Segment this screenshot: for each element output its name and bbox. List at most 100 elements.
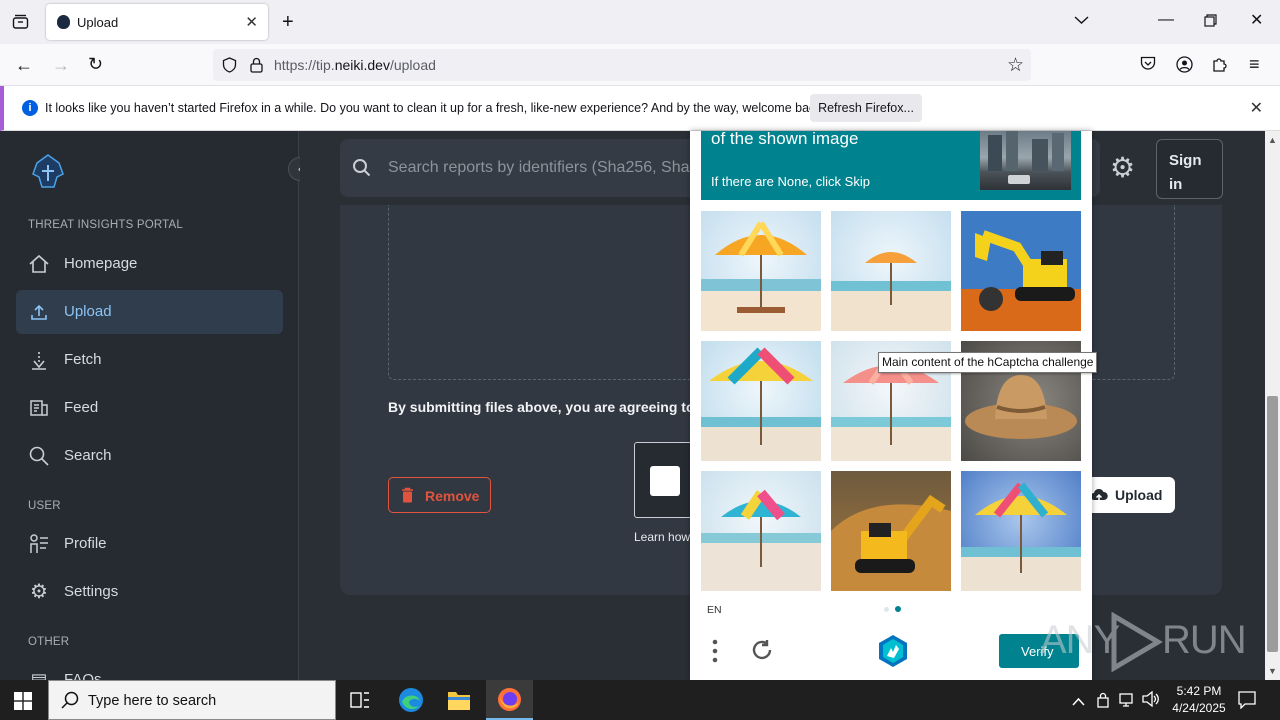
page-indicator-dot-1 bbox=[884, 607, 889, 612]
list-all-tabs-icon[interactable] bbox=[1074, 13, 1089, 29]
report-search-input[interactable]: Search reports by identifiers (Sha256, S… bbox=[388, 159, 698, 177]
task-view-icon[interactable] bbox=[350, 691, 370, 714]
captcha-checkbox-widget[interactable] bbox=[634, 442, 694, 518]
upload-label: Upload bbox=[1115, 487, 1163, 503]
captcha-tile-excavator[interactable] bbox=[961, 211, 1081, 331]
browser-tab[interactable]: Upload ✕ bbox=[46, 4, 268, 40]
sidebar-item-label: Homepage bbox=[64, 255, 138, 272]
back-icon[interactable]: ← bbox=[15, 56, 33, 74]
page-indicator-dot-2 bbox=[895, 606, 901, 612]
scrollbar-thumb[interactable] bbox=[1267, 396, 1278, 652]
gear-icon: ⚙ bbox=[30, 581, 48, 603]
sidebar-item-profile[interactable]: Profile bbox=[16, 522, 283, 566]
sign-in-label: Sign in bbox=[1169, 152, 1202, 193]
restore-window-icon[interactable] bbox=[1204, 14, 1217, 31]
windows-start-icon[interactable] bbox=[14, 692, 32, 715]
pocket-icon[interactable] bbox=[1140, 56, 1156, 75]
scroll-down-arrow-icon[interactable]: ▼ bbox=[1268, 666, 1277, 676]
address-bar[interactable]: https://tip.neiki.dev/upload ☆ bbox=[213, 49, 1031, 81]
upload-button[interactable]: Upload bbox=[1082, 477, 1175, 513]
sign-in-button[interactable]: Sign in bbox=[1156, 139, 1223, 199]
faq-icon: ▤ bbox=[30, 670, 48, 680]
account-icon[interactable] bbox=[1176, 56, 1193, 77]
captcha-tooltip: Main content of the hCaptcha challenge bbox=[878, 352, 1098, 373]
captcha-prompt-text: of the shown image bbox=[711, 129, 859, 148]
lock-icon[interactable] bbox=[250, 57, 263, 78]
learn-how-text[interactable]: Learn how bbox=[634, 530, 690, 544]
new-tab-icon[interactable]: + bbox=[282, 12, 294, 32]
volume-icon[interactable] bbox=[1142, 690, 1160, 712]
portal-logo-icon[interactable] bbox=[29, 153, 67, 196]
captcha-prompt-header: of the shown image If there are None, cl… bbox=[701, 129, 1081, 200]
firefox-icon bbox=[497, 687, 522, 717]
close-window-icon[interactable]: ✕ bbox=[1250, 13, 1263, 29]
clock-time[interactable]: 5:42 PM bbox=[1174, 684, 1224, 698]
network-icon[interactable] bbox=[1119, 692, 1137, 713]
security-tray-icon[interactable] bbox=[1096, 692, 1110, 713]
feed-icon bbox=[28, 397, 50, 419]
language-selector[interactable]: EN bbox=[707, 604, 722, 616]
scroll-up-arrow-icon[interactable]: ▲ bbox=[1268, 135, 1277, 145]
remove-button[interactable]: Remove bbox=[388, 477, 491, 513]
refresh-challenge-icon[interactable] bbox=[750, 638, 774, 667]
browser-tab-bar: Upload ✕ + — ✕ bbox=[0, 0, 1280, 44]
page-scrollbar[interactable]: ▲ ▼ bbox=[1265, 131, 1280, 680]
taskbar-search-box[interactable]: Type here to search bbox=[48, 680, 336, 720]
sidebar-item-fetch[interactable]: Fetch bbox=[16, 338, 283, 382]
windows-taskbar: Type here to search 5:42 PM 4/24/2025 bbox=[0, 680, 1280, 720]
close-notification-icon[interactable]: ✕ bbox=[1250, 98, 1263, 118]
captcha-tile-umbrella[interactable] bbox=[701, 211, 821, 331]
search-icon bbox=[61, 691, 79, 714]
settings-gear-button[interactable]: ⚙ bbox=[1110, 154, 1135, 182]
firefox-refresh-notification: i It looks like you haven’t started Fire… bbox=[0, 86, 1280, 131]
sidebar-item-settings[interactable]: ⚙ Settings bbox=[16, 570, 283, 614]
captcha-tile-excavator[interactable] bbox=[831, 471, 951, 591]
profile-icon bbox=[28, 533, 50, 555]
notifications-icon[interactable] bbox=[1238, 691, 1256, 714]
url-text[interactable]: https://tip.neiki.dev/upload bbox=[274, 57, 436, 73]
captcha-checkbox[interactable] bbox=[650, 466, 680, 496]
captcha-tile-umbrella[interactable] bbox=[701, 341, 821, 461]
tab-list-icon[interactable] bbox=[12, 14, 29, 34]
sidebar-item-label: Search bbox=[64, 447, 112, 464]
hcaptcha-challenge: of the shown image If there are None, cl… bbox=[690, 129, 1092, 680]
show-hidden-icons-icon[interactable] bbox=[1072, 693, 1085, 711]
user-section-title: USER bbox=[28, 500, 61, 512]
minimize-window-icon[interactable]: — bbox=[1158, 12, 1174, 28]
bookmark-star-icon[interactable]: ☆ bbox=[1007, 54, 1024, 77]
tracking-protection-icon[interactable] bbox=[222, 57, 237, 78]
sidebar-item-label: Feed bbox=[64, 399, 99, 416]
browser-nav-bar: ← → ↻ https://tip.neiki.dev/upload ☆ ≡ bbox=[0, 44, 1280, 86]
captcha-tile-umbrella[interactable] bbox=[701, 471, 821, 591]
more-options-icon[interactable] bbox=[712, 639, 718, 668]
tooltip-text: Main content of the hCaptcha challenge bbox=[882, 355, 1094, 369]
captcha-tile-umbrella[interactable] bbox=[831, 211, 951, 331]
agreement-text: By submitting files above, you are agree… bbox=[388, 399, 695, 415]
search-icon bbox=[352, 158, 372, 183]
sidebar-item-search[interactable]: Search bbox=[16, 434, 283, 478]
fetch-icon bbox=[28, 349, 50, 371]
forward-icon[interactable]: → bbox=[52, 56, 70, 74]
sidebar-item-homepage[interactable]: Homepage bbox=[16, 242, 283, 286]
sidebar-item-faqs[interactable]: ▤ FAQs bbox=[16, 658, 283, 680]
firefox-taskbar-button[interactable] bbox=[486, 680, 533, 720]
file-explorer-icon[interactable] bbox=[447, 689, 471, 716]
sidebar-item-feed[interactable]: Feed bbox=[16, 386, 283, 430]
extensions-icon[interactable] bbox=[1212, 56, 1228, 76]
portal-section-title: THREAT INSIGHTS PORTAL bbox=[28, 219, 183, 231]
menu-icon[interactable]: ≡ bbox=[1249, 55, 1260, 73]
reload-icon[interactable]: ↻ bbox=[88, 55, 103, 73]
taskbar-search-input[interactable]: Type here to search bbox=[88, 693, 216, 709]
captcha-tile-umbrella[interactable] bbox=[961, 471, 1081, 591]
sidebar-item-label: Fetch bbox=[64, 351, 102, 368]
refresh-firefox-button[interactable]: Refresh Firefox... bbox=[810, 94, 922, 122]
other-section-title: OTHER bbox=[28, 636, 70, 648]
sidebar-item-upload[interactable]: Upload bbox=[16, 290, 283, 334]
sidebar-item-label: Profile bbox=[64, 535, 107, 552]
upload-icon bbox=[28, 301, 50, 323]
home-icon bbox=[28, 253, 50, 275]
captcha-example-image bbox=[980, 131, 1071, 190]
edge-browser-icon[interactable] bbox=[398, 687, 424, 718]
close-tab-icon[interactable]: ✕ bbox=[245, 13, 258, 31]
clock-date[interactable]: 4/24/2025 bbox=[1166, 701, 1232, 715]
